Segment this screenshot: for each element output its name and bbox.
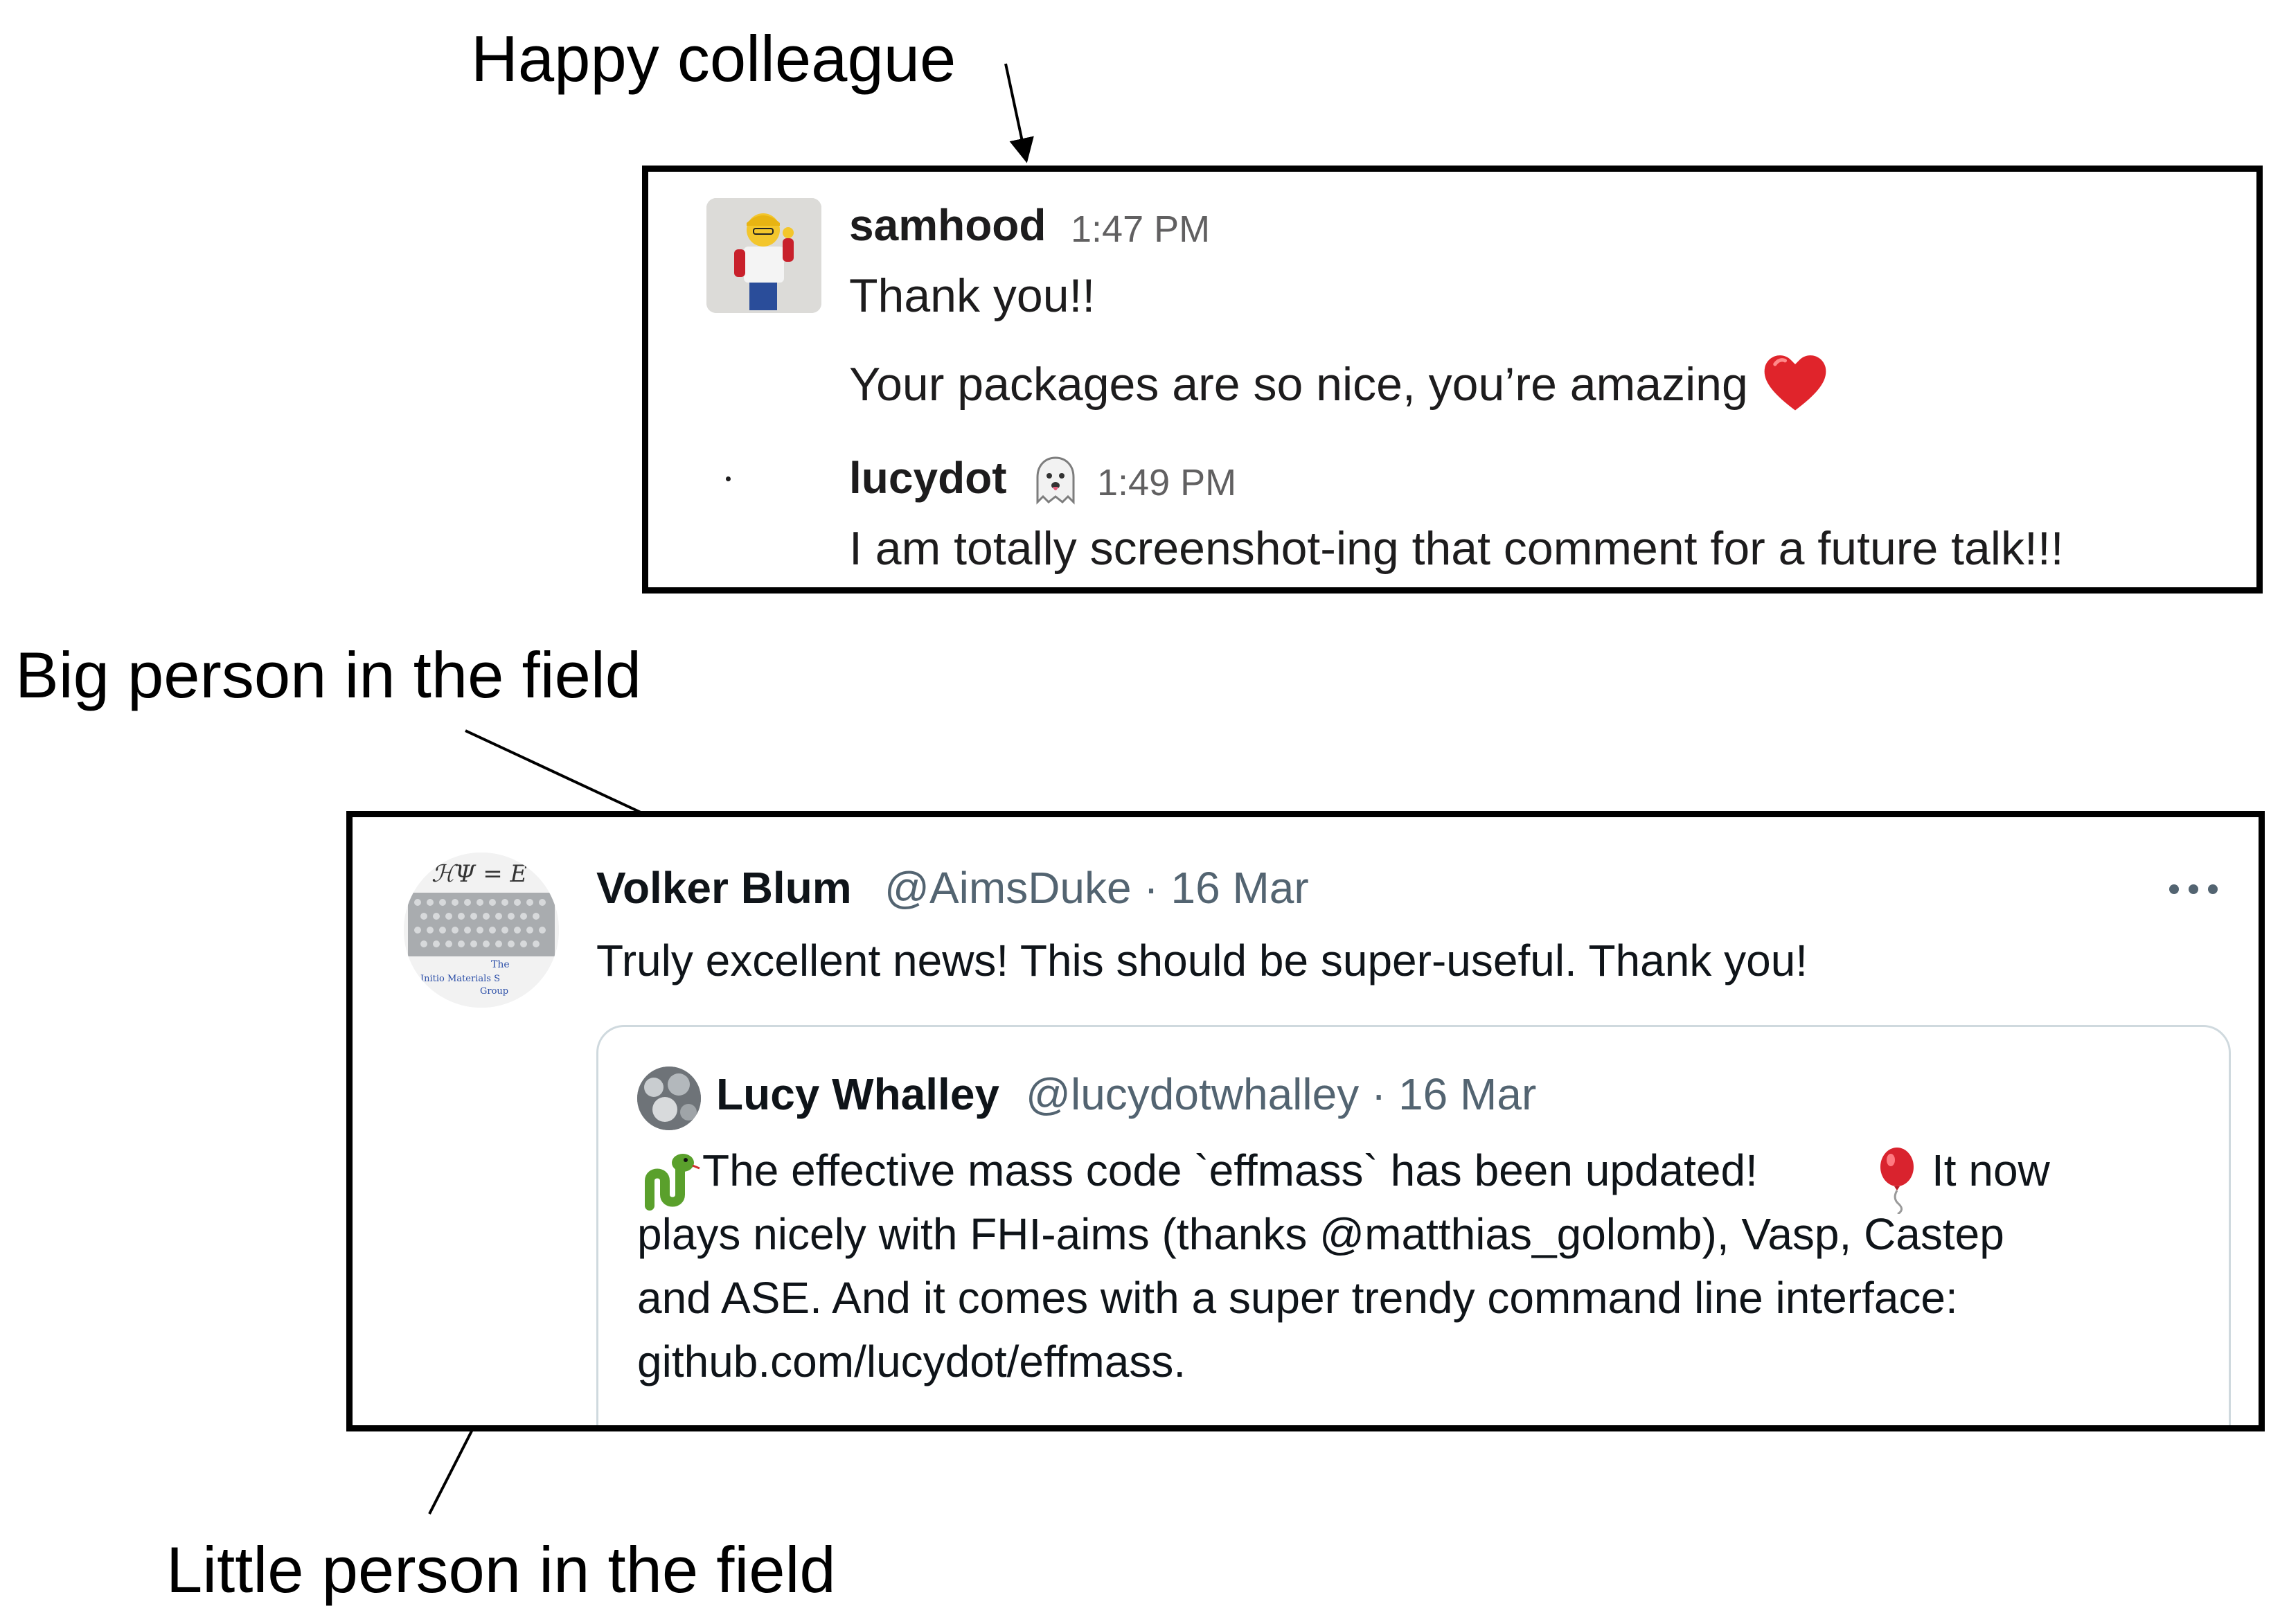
snake-icon — [645, 1154, 700, 1211]
hover-dot — [726, 476, 731, 481]
annotation-happy-colleague: Happy colleague — [471, 22, 956, 95]
slack-conversation: samhood 1:47 PM Thank you!! Your package… — [642, 166, 2263, 594]
message-author[interactable]: lucydot — [849, 452, 1007, 503]
message-timestamp[interactable]: 1:49 PM — [1097, 461, 1236, 504]
message-text: Your packages are so nice, you’re amazin… — [849, 358, 1748, 411]
quoted-handle-date[interactable]: @lucydotwhalley · 16 Mar — [1026, 1069, 1536, 1120]
quoted-text-line: and ASE. And it comes with a super trend… — [637, 1273, 1958, 1323]
quoted-author-name[interactable]: Lucy Whalley — [716, 1069, 999, 1120]
balloon-icon — [1880, 1148, 1914, 1214]
heart-icon — [1764, 355, 1826, 411]
quoted-text-line: It now — [1932, 1145, 2050, 1195]
lego-figure-icon — [706, 198, 821, 313]
annotation-little-person: Little person in the field — [166, 1533, 836, 1606]
svg-text:The: The — [491, 959, 510, 970]
tweet-handle-date[interactable]: @AimsDuke · 16 Mar — [884, 862, 1309, 913]
quoted-link[interactable]: github.com/lucydot/effmass. — [637, 1336, 1186, 1387]
tweet-author-name[interactable]: Volker Blum — [596, 862, 852, 913]
annotation-big-person: Big person in the field — [15, 639, 642, 711]
quoted-text-line: The effective mass code `effmass` has be… — [702, 1145, 1758, 1195]
ghost-icon — [1036, 456, 1075, 505]
message-author[interactable]: samhood — [849, 199, 1046, 251]
svg-text:Initio Materials S: Initio Materials S — [420, 974, 500, 984]
svg-text:Group: Group — [480, 986, 508, 997]
profile-photo-icon — [637, 1067, 701, 1130]
avatar[interactable] — [706, 198, 821, 313]
tweet-text: Truly excellent news! This should be sup… — [596, 936, 1808, 985]
message-text: Thank you!! — [849, 269, 1096, 322]
message-text: I am totally screenshot-ing that comment… — [849, 522, 2064, 575]
quoted-text-line: plays nicely with FHI-aims (thanks @matt… — [637, 1209, 2004, 1259]
avatar[interactable]: ℋΨ = E The Initio Materials S Group — [404, 853, 559, 1008]
quoted-tweet[interactable]: Lucy Whalley @lucydotwhalley · 16 Mar Th… — [596, 1025, 2231, 1425]
tweet: ℋΨ = E The Initio Materials S Group Volk… — [346, 811, 2265, 1431]
more-options-icon[interactable] — [2166, 881, 2221, 898]
avatar-formula: ℋΨ = E — [431, 860, 528, 888]
message-timestamp[interactable]: 1:47 PM — [1071, 208, 1210, 251]
group-logo-avatar: ℋΨ = E The Initio Materials S Group — [404, 853, 559, 1008]
avatar[interactable] — [637, 1067, 701, 1130]
arrow-happy-colleague — [1004, 63, 1034, 163]
